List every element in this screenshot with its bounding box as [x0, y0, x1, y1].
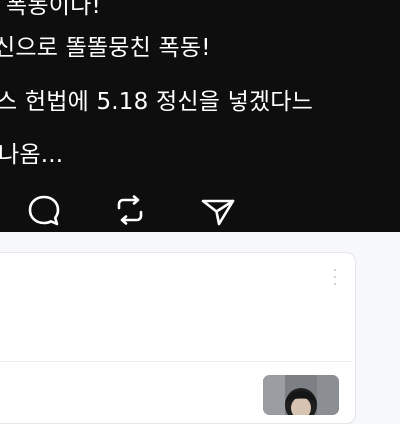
- card-divider: [0, 361, 352, 362]
- repost-icon[interactable]: [110, 190, 150, 230]
- share-icon[interactable]: [198, 190, 238, 230]
- post-text-line: 신으로 똘똘뭉친 폭동!: [0, 35, 211, 61]
- post-body: 폭동이다! 신으로 똘똘뭉친 폭동! 스 헌법에 5.18 정신을 넣겠다느 나…: [0, 0, 400, 232]
- thumbnail-image[interactable]: [263, 375, 339, 415]
- more-vertical-icon[interactable]: · · ·: [328, 264, 342, 296]
- post-text-line: 폭동이다!: [6, 0, 101, 19]
- post-text-line: 스 헌법에 5.18 정신을 넣겠다느: [0, 89, 314, 115]
- post-action-bar: [0, 190, 400, 232]
- post-text-line: 나옴...: [0, 142, 64, 168]
- reply-icon[interactable]: [24, 190, 64, 230]
